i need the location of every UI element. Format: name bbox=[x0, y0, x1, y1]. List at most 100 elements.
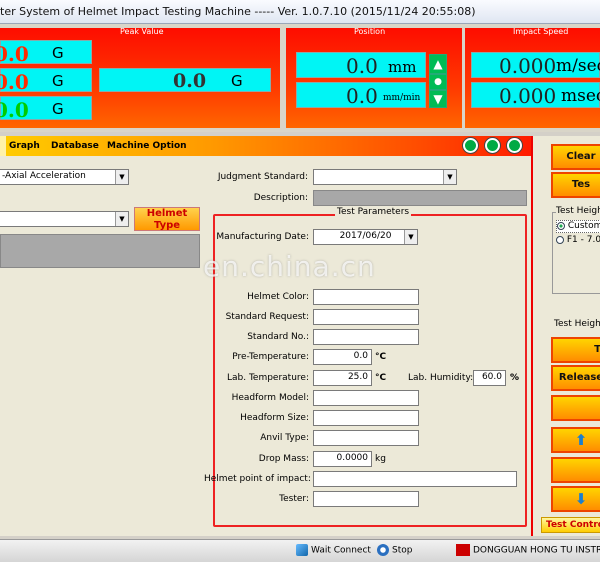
lab-temperature-unit: °C bbox=[375, 373, 387, 383]
standard-request-input[interactable] bbox=[313, 309, 419, 325]
title-bar: ter System of Helmet Impact Testing Mach… bbox=[0, 0, 600, 24]
lab-temperature-input[interactable]: 25.0 bbox=[313, 370, 372, 386]
drop-mass-unit: kg bbox=[375, 454, 386, 464]
helmet-point-label: Helmet point of impact: bbox=[204, 474, 311, 484]
lab-temperature-label: Lab. Temperature: bbox=[226, 373, 309, 383]
chevron-down-icon[interactable]: ▼ bbox=[115, 170, 128, 184]
tab-database[interactable]: Database bbox=[51, 141, 99, 151]
test-form-panel: -Axial Acceleration ▼ ▼ Helmet Type Judg… bbox=[0, 156, 531, 536]
headform-size-input[interactable] bbox=[313, 410, 419, 426]
description-field[interactable] bbox=[313, 190, 527, 206]
company-text: DONGGUAN HONG TU INSTRU bbox=[473, 545, 600, 556]
indicator-3-icon bbox=[507, 138, 522, 153]
blank-button-2[interactable] bbox=[551, 457, 600, 483]
test-parameters-legend: Test Parameters bbox=[335, 207, 412, 217]
helmet-type-button[interactable]: Helmet Type bbox=[134, 207, 200, 231]
indicator-2-icon bbox=[485, 138, 500, 153]
wait-connect-text: Wait Connect bbox=[311, 545, 371, 556]
position-value: 0.0 bbox=[346, 54, 378, 78]
impact-time-value: 0.000 bbox=[499, 84, 557, 108]
jog-up-button[interactable]: ▲ bbox=[429, 54, 447, 74]
headform-model-label: Headform Model: bbox=[231, 393, 309, 403]
stop-status: Stop bbox=[377, 544, 412, 556]
calendar-dropdown-icon[interactable]: ▼ bbox=[404, 230, 417, 244]
down-arrow-button[interactable]: ⬇ bbox=[551, 486, 600, 512]
impact-speed-label: Impact Speed bbox=[513, 27, 569, 36]
chevron-down-icon[interactable]: ▼ bbox=[443, 170, 456, 184]
tab-graph[interactable]: Graph bbox=[9, 141, 40, 151]
peak-row-3-unit: G bbox=[52, 100, 64, 118]
f1-option[interactable]: F1 - 7.0 bbox=[556, 235, 600, 248]
motor-speed-value: 0.0 bbox=[346, 84, 378, 108]
motor-speed-unit: mm/min bbox=[383, 93, 421, 103]
tab-strip: Graph Database Machine Option bbox=[0, 136, 531, 156]
drop-mass-input[interactable]: 0.0000 bbox=[313, 451, 372, 467]
position-group: Position 0.0 mm 0.0 mm/min ▲ ● ▼ bbox=[286, 27, 462, 128]
impact-speed-group: Impact Speed 0.000 m/sec 0.000 msec bbox=[465, 27, 600, 128]
standard-request-label: Standard Request: bbox=[225, 312, 309, 322]
position-label: Position bbox=[354, 27, 386, 36]
judgment-standard-label: Judgment Standard: bbox=[217, 172, 308, 182]
indicator-1-icon bbox=[463, 138, 478, 153]
peak-row-1-unit: G bbox=[52, 44, 64, 62]
company-logo-icon bbox=[456, 544, 470, 556]
secondary-select[interactable]: ▼ bbox=[0, 211, 129, 227]
peak-row-2-value: 0.0 bbox=[0, 70, 29, 94]
stop-text: Stop bbox=[392, 545, 413, 556]
clear-button[interactable]: Clear bbox=[551, 144, 600, 170]
standard-no-input[interactable] bbox=[313, 329, 419, 345]
wait-connect-status: Wait Connect bbox=[296, 544, 371, 556]
test-height-label: Test Height: bbox=[554, 319, 600, 329]
standard-no-label: Standard No.: bbox=[247, 332, 309, 342]
pre-temperature-input[interactable]: 0.0 bbox=[313, 349, 372, 365]
stop-icon bbox=[377, 544, 389, 556]
tab-test-control[interactable]: Test Control bbox=[541, 517, 600, 533]
anvil-type-label: Anvil Type: bbox=[260, 433, 309, 443]
custom-option[interactable]: Custom bbox=[556, 220, 600, 233]
tab-machine-option[interactable]: Machine Option bbox=[107, 141, 187, 151]
company-status: DONGGUAN HONG TU INSTRU bbox=[456, 544, 600, 556]
impact-speed-value: 0.000 bbox=[499, 54, 557, 78]
headform-model-input[interactable] bbox=[313, 390, 419, 406]
drop-mass-label: Drop Mass: bbox=[258, 454, 309, 464]
radio-unselected-icon[interactable] bbox=[556, 235, 564, 244]
helmet-point-input[interactable] bbox=[313, 471, 517, 487]
radio-selected-icon[interactable] bbox=[557, 221, 565, 230]
jog-stop-button[interactable]: ● bbox=[429, 74, 447, 90]
blank-button[interactable] bbox=[551, 395, 600, 421]
t-button[interactable]: T bbox=[551, 337, 600, 363]
acceleration-select-value: -Axial Acceleration bbox=[2, 171, 86, 181]
up-arrow-icon: ⬆ bbox=[574, 431, 588, 449]
peak-value-label: Peak Value bbox=[120, 27, 164, 36]
test-control-panel: Clear Tes Test Height Custom F1 - 7.0 Te… bbox=[531, 136, 600, 536]
jog-down-button[interactable]: ▼ bbox=[429, 90, 447, 108]
down-arrow-icon: ⬇ bbox=[574, 490, 588, 508]
chevron-down-icon[interactable]: ▼ bbox=[115, 212, 128, 226]
helmet-color-input[interactable] bbox=[313, 289, 419, 305]
tester-label: Tester: bbox=[279, 494, 309, 504]
manufacturing-date-picker[interactable]: 2017/06/20 ▼ bbox=[313, 229, 418, 245]
description-label: Description: bbox=[253, 193, 308, 203]
tester-input[interactable] bbox=[313, 491, 419, 507]
f1-option-label: F1 - 7.0 bbox=[566, 235, 600, 245]
helmet-type-display bbox=[0, 234, 200, 268]
position-unit: mm bbox=[388, 58, 417, 76]
release-button[interactable]: Release bbox=[551, 365, 600, 391]
lab-humidity-unit: % bbox=[510, 373, 520, 383]
anvil-type-input[interactable] bbox=[313, 430, 419, 446]
test-button[interactable]: Tes bbox=[551, 172, 600, 198]
watermark: en.china.cn bbox=[203, 250, 376, 283]
status-bar: Wait Connect Stop DONGGUAN HONG TU INSTR… bbox=[0, 539, 600, 562]
acceleration-select[interactable]: -Axial Acceleration ▼ bbox=[0, 169, 129, 185]
manufacturing-date-label: Manufacturing Date: bbox=[216, 232, 309, 242]
peak-value-group: Peak Value 0.0 G 0.0 G 0.0 G 0.0 G bbox=[0, 27, 280, 128]
up-arrow-button[interactable]: ⬆ bbox=[551, 427, 600, 453]
lab-humidity-input[interactable]: 60.0 bbox=[473, 370, 506, 386]
pre-temperature-unit: °C bbox=[375, 352, 387, 362]
pre-temperature-label: Pre-Temperature: bbox=[232, 352, 309, 362]
network-icon bbox=[296, 544, 308, 556]
judgment-standard-select[interactable]: ▼ bbox=[313, 169, 457, 185]
tab-active-edge[interactable] bbox=[0, 136, 6, 156]
custom-option-label: Custom bbox=[567, 221, 600, 231]
peak-main-unit: G bbox=[231, 72, 243, 90]
